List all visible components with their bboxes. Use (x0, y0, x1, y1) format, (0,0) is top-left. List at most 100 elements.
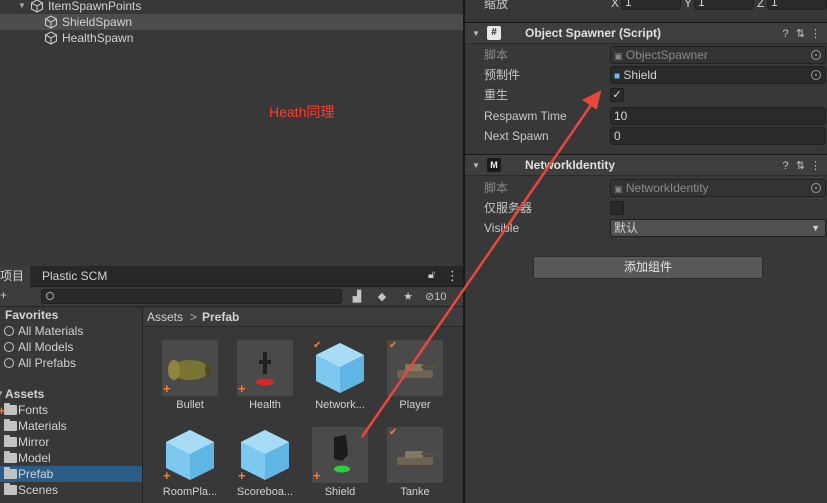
kebab-menu-icon[interactable]: ⋮ (446, 268, 459, 284)
project-search-input[interactable] (41, 289, 342, 304)
object-picker-icon (811, 183, 821, 193)
checkmark-badge-icon: ✔ (389, 340, 398, 351)
tab-plastic-scm[interactable]: Plastic SCM (36, 266, 113, 287)
gameobject-icon (44, 15, 58, 29)
hierarchy-label: HealthSpawn (62, 31, 134, 45)
project-tab-bar: 项目 Plastic SCM 🔓︎ ⋮ (0, 266, 463, 287)
tree-folder-prefab[interactable]: Prefab (0, 466, 142, 482)
scale-label: 缩放 (484, 0, 509, 11)
add-badge-icon: + (163, 381, 171, 396)
tree-folder-fonts[interactable]: + Fonts (0, 402, 142, 418)
hierarchy-row-healthspawn[interactable]: HealthSpawn (0, 30, 463, 46)
respawn-time-row: Respawm Time 10 (465, 106, 827, 126)
hierarchy-panel: ▼ ItemSpawnPoints ShieldSpawn HealthSpaw… (0, 0, 463, 266)
asset-shield[interactable]: + Shield (310, 427, 370, 499)
search-icon (46, 292, 54, 300)
collapse-arrow-icon[interactable]: ▼ (472, 23, 480, 44)
help-icon[interactable]: ? (778, 156, 793, 177)
tree-favorites-header[interactable]: Favorites (0, 307, 142, 323)
asset-tanke[interactable]: ✔ Tanke (385, 427, 445, 499)
breadcrumb-prefab[interactable]: Prefab (202, 307, 239, 327)
preset-icon[interactable]: ⇅ (793, 156, 808, 177)
tree-item-all-materials[interactable]: All Materials (0, 323, 142, 339)
scale-z-field[interactable]: Z1 (757, 0, 827, 12)
asset-network[interactable]: ✔ Network... (310, 340, 370, 412)
tree-assets-header[interactable]: ▼ Assets (0, 386, 142, 402)
add-badge-icon: + (313, 468, 321, 483)
breadcrumb: Assets > Prefab (143, 307, 463, 327)
filter-by-label-icon[interactable]: ◆ (373, 288, 391, 306)
gameobject-icon (44, 31, 58, 45)
favorite-star-icon[interactable]: ★ (399, 288, 417, 306)
tree-folder-materials[interactable]: Materials (0, 418, 142, 434)
gameobject-icon (30, 0, 44, 13)
lock-icon[interactable]: 🔓︎ (428, 269, 435, 282)
asset-player[interactable]: ✔ Player (385, 340, 445, 412)
ni-script-field: ▣ NetworkIdentity (610, 179, 826, 197)
search-icon (4, 358, 14, 368)
respawn-checkbox[interactable]: ✓ (610, 88, 624, 102)
annotation-note: Heath同理 (269, 104, 335, 120)
hierarchy-row-shieldspawn[interactable]: ShieldSpawn (0, 14, 463, 30)
filter-by-type-icon[interactable]: ▟ (348, 288, 366, 306)
prefab-cube-icon: ■ (614, 71, 621, 82)
visible-dropdown[interactable]: 默认 ▼ (610, 219, 826, 237)
respawn-time-input[interactable]: 10 (610, 107, 826, 125)
hierarchy-label: ShieldSpawn (62, 15, 133, 29)
folder-icon (4, 483, 17, 495)
script-icon: # (487, 26, 501, 40)
hidden-packages-toggle[interactable]: ⊘10 (425, 288, 446, 306)
object-spawner-header[interactable]: ▼ # Object Spawner (Script) ? ⇅ ⋮ (465, 22, 827, 44)
script-row: 脚本 ▣ ObjectSpawner (465, 45, 827, 65)
folder-icon (4, 451, 17, 463)
object-picker-icon (811, 50, 821, 60)
tree-folder-scenes[interactable]: Scenes (0, 482, 142, 498)
folder-icon (4, 403, 17, 415)
tree-folder-mirror[interactable]: Mirror (0, 434, 142, 450)
component-header-icons: ? ⇅ ⋮ (778, 155, 823, 176)
breadcrumb-separator: > (190, 310, 198, 324)
add-component-button[interactable]: 添加组件 (533, 256, 763, 279)
visible-row: Visible 默认 ▼ (465, 218, 827, 238)
project-folder-tree: Favorites All Materials All Models All P… (0, 307, 142, 503)
network-identity-header[interactable]: ▼ M NetworkIdentity ? ⇅ ⋮ (465, 154, 827, 176)
checkmark-badge-icon: ✔ (313, 340, 322, 351)
folder-icon (4, 435, 17, 447)
folder-icon (4, 467, 17, 479)
expand-arrow-icon[interactable]: ▼ (0, 386, 4, 402)
script-file-icon: ▣ (614, 184, 623, 194)
asset-roomplayer[interactable]: + RoomPla... (160, 427, 220, 499)
asset-bullet[interactable]: + Bullet (160, 340, 220, 412)
scale-row: 缩放 X1 Y1 Z1 (465, 0, 827, 12)
tree-folder-model[interactable]: Model (0, 450, 142, 466)
hierarchy-label: ItemSpawnPoints (48, 0, 142, 13)
next-spawn-input[interactable]: 0 (610, 127, 826, 145)
script-field: ▣ ObjectSpawner (610, 46, 826, 64)
hierarchy-row-itemspawnpoints[interactable]: ▼ ItemSpawnPoints (0, 0, 463, 14)
ni-script-row: 脚本 ▣ NetworkIdentity (465, 178, 827, 198)
server-only-checkbox[interactable] (610, 201, 624, 215)
component-menu-icon[interactable]: ⋮ (808, 24, 823, 45)
chevron-down-icon: ▼ (811, 223, 820, 233)
expand-arrow-icon[interactable]: ▼ (18, 0, 26, 14)
add-badge-icon: + (238, 468, 246, 483)
checkmark-badge-icon: ✔ (389, 427, 398, 438)
prefab-row: 预制件 ■ Shield (465, 65, 827, 85)
scale-y-field[interactable]: Y1 (684, 0, 754, 12)
create-icon[interactable]: + (0, 288, 7, 302)
tree-item-all-models[interactable]: All Models (0, 339, 142, 355)
collapse-arrow-icon[interactable]: ▼ (472, 155, 480, 176)
preset-icon[interactable]: ⇅ (793, 24, 808, 45)
component-menu-icon[interactable]: ⋮ (808, 156, 823, 177)
add-badge-icon: + (0, 404, 6, 418)
scale-x-field[interactable]: X1 (611, 0, 681, 12)
breadcrumb-assets[interactable]: Assets (147, 307, 183, 327)
help-icon[interactable]: ? (778, 24, 793, 45)
component-title: Object Spawner (Script) (525, 26, 662, 40)
object-picker-icon[interactable] (811, 70, 821, 80)
tree-item-all-prefabs[interactable]: All Prefabs (0, 355, 142, 371)
asset-scoreboard[interactable]: + Scoreboa... (235, 427, 295, 499)
prefab-field[interactable]: ■ Shield (610, 66, 826, 84)
tab-project[interactable]: 项目 (0, 266, 30, 287)
asset-health[interactable]: + Health (235, 340, 295, 412)
